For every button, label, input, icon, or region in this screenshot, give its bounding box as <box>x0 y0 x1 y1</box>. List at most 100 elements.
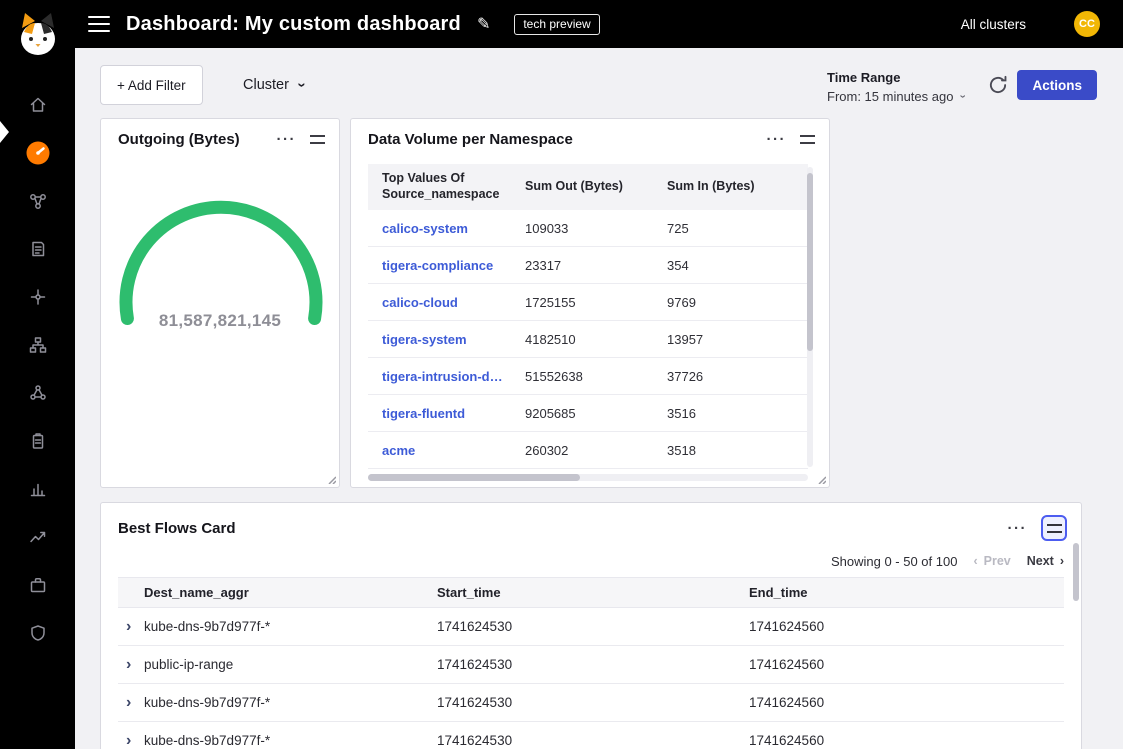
card-title: Best Flows Card <box>118 520 1008 537</box>
expand-chevron-icon[interactable]: › <box>118 618 144 636</box>
table-row[interactable]: › kube-dns-9b7d977f-* 1741624530 1741624… <box>118 684 1064 722</box>
sidebar-item-service-graph[interactable] <box>0 177 75 225</box>
best-flows-card: Best Flows Card ··· Showing 0 - 50 of 10… <box>100 502 1082 749</box>
calico-logo[interactable] <box>12 10 64 66</box>
chevron-right-icon: › <box>1060 554 1064 568</box>
actions-button[interactable]: Actions <box>1017 70 1097 100</box>
card-header: Best Flows Card ··· <box>101 503 1081 547</box>
time-range-value[interactable]: From: 15 minutes ago › <box>827 89 963 104</box>
table-row[interactable]: › kube-dns-9b7d977f-* 1741624530 1741624… <box>118 608 1064 646</box>
card-header: Data Volume per Namespace ··· <box>351 119 829 154</box>
expand-chevron-icon[interactable]: › <box>118 656 144 674</box>
policies-icon <box>28 239 48 259</box>
clusters-icon <box>28 383 48 403</box>
col-header: Top Values Of Source_namespace <box>368 171 511 202</box>
home-icon <box>28 95 48 115</box>
sidebar-item-network-sets[interactable] <box>0 273 75 321</box>
scrollbar-thumb[interactable] <box>368 474 580 481</box>
namespace-link[interactable]: calico-cloud <box>368 295 511 310</box>
namespace-link[interactable]: calico-system <box>368 221 511 236</box>
namespace-link[interactable]: tigera-compliance <box>368 258 511 273</box>
table-row: tigera-system 4182510 13957 <box>368 321 808 358</box>
sidebar-item-activity[interactable] <box>0 513 75 561</box>
card-menu-button[interactable]: ··· <box>1008 520 1028 537</box>
resize-handle[interactable] <box>816 474 826 484</box>
sidebar-item-storage[interactable] <box>0 561 75 609</box>
namespace-link[interactable]: tigera-system <box>368 332 511 347</box>
expand-chevron-icon[interactable]: › <box>118 732 144 749</box>
start-time-value: 1741624530 <box>437 733 749 748</box>
sum-in-value: 13957 <box>653 332 808 347</box>
gauge-card: Outgoing (Bytes) ··· 81,587,821,145 <box>100 118 340 488</box>
vertical-scrollbar[interactable] <box>807 167 813 467</box>
table-row: acme 260302 3518 <box>368 432 808 469</box>
next-button[interactable]: Next › <box>1027 554 1064 568</box>
sum-in-value: 3516 <box>653 406 808 421</box>
avatar[interactable]: CC <box>1074 11 1100 37</box>
refresh-button[interactable] <box>984 72 1012 100</box>
vertical-scrollbar[interactable] <box>1073 539 1079 747</box>
all-clusters-selector[interactable]: All clusters <box>961 17 1026 32</box>
add-filter-button[interactable]: + Add Filter <box>100 65 203 105</box>
dashboards-icon <box>25 140 51 166</box>
table-row: tigera-intrusion-d… 51552638 37726 <box>368 358 808 395</box>
sidebar-nav <box>0 81 75 657</box>
table-row: tigera-compliance 23317 354 <box>368 247 808 284</box>
sum-in-value: 354 <box>653 258 808 273</box>
sidebar-item-workloads[interactable] <box>0 321 75 369</box>
namespace-link[interactable]: acme <box>368 443 511 458</box>
sidebar-item-home[interactable] <box>0 81 75 129</box>
activity-icon <box>28 527 48 547</box>
card-header: Outgoing (Bytes) ··· <box>101 119 339 154</box>
scrollbar-thumb[interactable] <box>807 173 813 351</box>
sidebar-item-compliance[interactable] <box>0 417 75 465</box>
table-header: Dest_name_aggr Start_time End_time <box>118 577 1064 608</box>
card-drag-handle-icon[interactable] <box>310 135 325 144</box>
best-flows-table: Dest_name_aggr Start_time End_time › kub… <box>118 577 1064 749</box>
card-drag-handle-icon[interactable] <box>800 135 815 144</box>
start-time-value: 1741624530 <box>437 695 749 710</box>
col-header: Sum Out (Bytes) <box>511 179 653 195</box>
end-time-value: 1741624560 <box>749 695 1064 710</box>
horizontal-scrollbar[interactable] <box>368 474 808 481</box>
chevron-down-icon: › <box>954 95 969 99</box>
sum-out-value: 109033 <box>511 221 653 236</box>
card-drag-handle-focused[interactable] <box>1041 515 1067 541</box>
table-body: calico-system 109033 725 tigera-complian… <box>368 210 808 469</box>
cluster-dropdown[interactable]: Cluster › <box>233 65 314 105</box>
storage-icon <box>28 575 48 595</box>
namespace-link[interactable]: tigera-intrusion-d… <box>368 369 511 384</box>
sidebar-item-threat-defense[interactable] <box>0 609 75 657</box>
page-title: Dashboard: My custom dashboard <box>126 13 461 36</box>
sidebar-item-policies[interactable] <box>0 225 75 273</box>
resize-handle[interactable] <box>326 474 336 484</box>
sum-in-value: 725 <box>653 221 808 236</box>
dest-name-value: kube-dns-9b7d977f-* <box>144 619 437 634</box>
prev-button[interactable]: ‹ Prev <box>973 554 1010 568</box>
table-row: calico-cloud 1725155 9769 <box>368 284 808 321</box>
namespace-table: Top Values Of Source_namespace Sum Out (… <box>368 164 808 469</box>
sum-out-value: 4182510 <box>511 332 653 347</box>
menu-button[interactable] <box>88 16 110 32</box>
scrollbar-thumb[interactable] <box>1073 543 1079 601</box>
expand-chevron-icon[interactable]: › <box>118 694 144 712</box>
card-menu-button[interactable]: ··· <box>277 131 297 148</box>
edit-title-icon[interactable]: ✎ <box>477 14 490 34</box>
sidebar-item-reports[interactable] <box>0 465 75 513</box>
table-row[interactable]: › kube-dns-9b7d977f-* 1741624530 1741624… <box>118 722 1064 749</box>
sidebar-item-dashboards[interactable] <box>0 129 75 177</box>
sidebar-item-clusters[interactable] <box>0 369 75 417</box>
col-header: Start_time <box>437 585 749 600</box>
service-graph-icon <box>28 191 48 211</box>
dest-name-value: public-ip-range <box>144 657 437 672</box>
end-time-value: 1741624560 <box>749 657 1064 672</box>
end-time-value: 1741624560 <box>749 619 1064 634</box>
table-row[interactable]: › public-ip-range 1741624530 1741624560 <box>118 646 1064 684</box>
card-menu-button[interactable]: ··· <box>767 131 787 148</box>
namespace-link[interactable]: tigera-fluentd <box>368 406 511 421</box>
showing-count: Showing 0 - 50 of 100 <box>831 554 957 569</box>
card-title: Data Volume per Namespace <box>368 131 767 148</box>
dest-name-value: kube-dns-9b7d977f-* <box>144 733 437 748</box>
col-header: End_time <box>749 585 1064 600</box>
network-sets-icon <box>28 287 48 307</box>
